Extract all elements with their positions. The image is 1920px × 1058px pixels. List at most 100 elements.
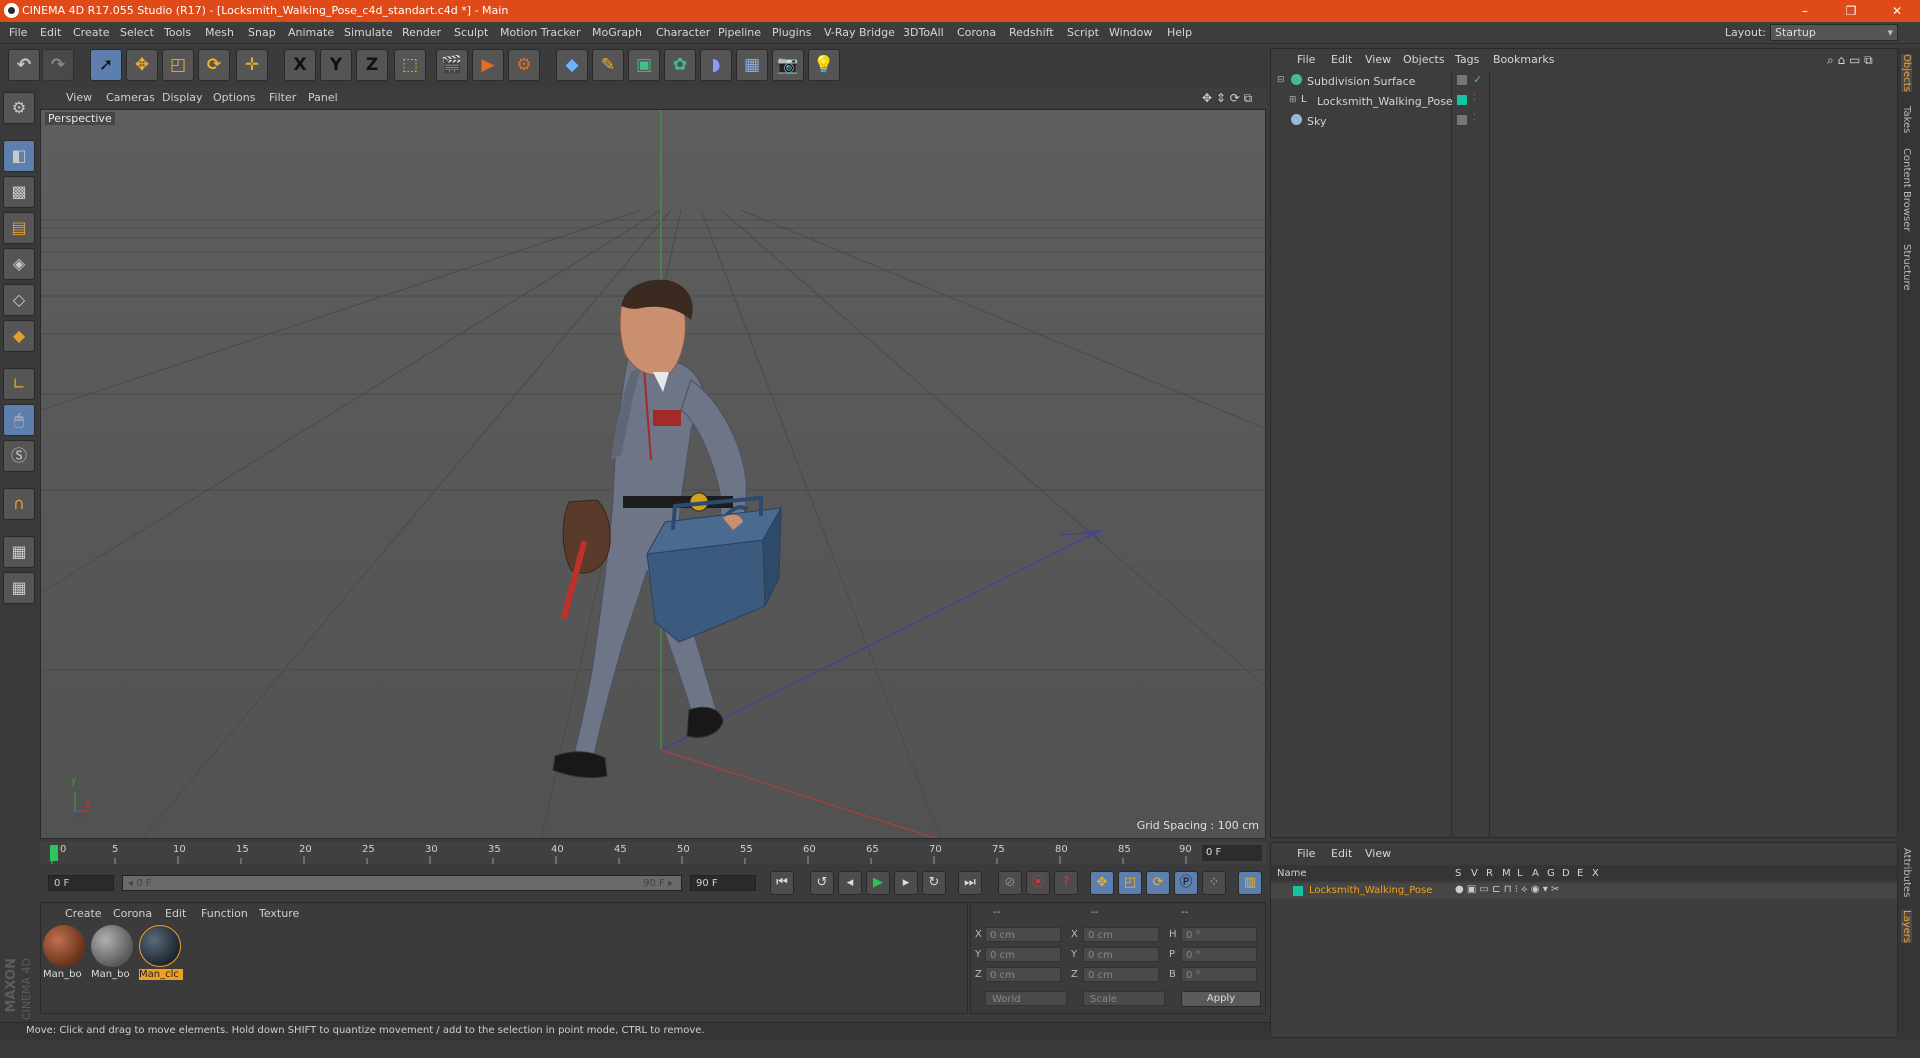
key-position-icon[interactable]: ✥ bbox=[1090, 871, 1114, 895]
menu-character[interactable]: Character bbox=[656, 26, 710, 39]
menu-file[interactable]: File bbox=[9, 26, 27, 39]
coordinate-system-icon[interactable]: ⬚ bbox=[394, 49, 426, 81]
enabled-check-icon[interactable]: ✓ bbox=[1473, 73, 1482, 86]
layer-row[interactable]: Locksmith_Walking_Pose ● ▣ ▭ ⊏ ⊓ ⁝ ⟡ ◉ ▾… bbox=[1271, 883, 1897, 899]
edit-render-settings-icon[interactable]: ⚙ bbox=[508, 49, 540, 81]
rotation-b-field[interactable]: 0 ° bbox=[1181, 967, 1257, 982]
object-row[interactable]: Sky ⁚ bbox=[1277, 113, 1877, 131]
menu-mograph[interactable]: MoGraph bbox=[592, 26, 642, 39]
camera-icon[interactable]: 📷 bbox=[772, 49, 804, 81]
menu-tools[interactable]: Tools bbox=[164, 26, 191, 39]
layer-color-tag[interactable] bbox=[1457, 95, 1467, 105]
viewport-menu-panel[interactable]: Panel bbox=[308, 91, 338, 104]
viewport-menu-display[interactable]: Display bbox=[162, 91, 203, 104]
visibility-dots-icon[interactable]: ⁚ bbox=[1473, 113, 1476, 123]
solo-mode-icon[interactable]: Ⓢ bbox=[3, 440, 35, 472]
previous-frame-icon[interactable]: ◂ bbox=[838, 871, 862, 895]
deformer-icon[interactable]: ◗ bbox=[700, 49, 732, 81]
points-mode-icon[interactable]: ◈ bbox=[3, 248, 35, 280]
visibility-dots-icon[interactable]: ⁚ bbox=[1473, 93, 1476, 103]
menu-plugins[interactable]: Plugins bbox=[772, 26, 811, 39]
end-frame-field[interactable]: 90 F bbox=[690, 875, 756, 891]
key-pla-icon[interactable]: ⁘ bbox=[1202, 871, 1226, 895]
render-to-picture-viewer-icon[interactable]: ▶ bbox=[472, 49, 504, 81]
tab-content-browser[interactable]: Content Browser bbox=[1901, 148, 1912, 231]
subdivision-surface-icon[interactable]: ▣ bbox=[628, 49, 660, 81]
object-menu-bookmarks[interactable]: Bookmarks bbox=[1493, 53, 1554, 66]
position-y-field[interactable]: 0 cm bbox=[985, 947, 1061, 962]
next-key-icon[interactable]: ↻ bbox=[922, 871, 946, 895]
material-swatch[interactable]: Man_bo bbox=[91, 925, 135, 985]
object-menu-tags[interactable]: Tags bbox=[1455, 53, 1479, 66]
tab-layers[interactable]: Layers bbox=[1901, 910, 1912, 944]
layout-dropdown[interactable]: Startup bbox=[1770, 24, 1898, 41]
minimize-button[interactable]: – bbox=[1782, 0, 1828, 22]
timeline-window-icon[interactable]: ▥ bbox=[1238, 871, 1262, 895]
coordinate-type-dropdown[interactable]: Scale bbox=[1083, 991, 1165, 1006]
move-icon[interactable]: ✥ bbox=[126, 49, 158, 81]
viewport-menu-filter[interactable]: Filter bbox=[269, 91, 296, 104]
object-row[interactable]: ⊟ Subdivision Surface ✓ bbox=[1277, 73, 1877, 91]
make-editable-icon[interactable]: ⚙ bbox=[3, 92, 35, 124]
floor-icon[interactable]: ▦ bbox=[736, 49, 768, 81]
play-icon[interactable]: ▶ bbox=[866, 871, 890, 895]
y-axis-icon[interactable]: Y bbox=[320, 49, 352, 81]
rotate-icon[interactable]: ⟳ bbox=[198, 49, 230, 81]
live-selection-icon[interactable]: ➚ bbox=[90, 49, 122, 81]
object-menu-edit[interactable]: Edit bbox=[1331, 53, 1352, 66]
menu-pipeline[interactable]: Pipeline bbox=[718, 26, 761, 39]
menu-script[interactable]: Script bbox=[1067, 26, 1099, 39]
viewport-camera-label[interactable]: Perspective bbox=[45, 112, 115, 125]
texture-mode-icon[interactable]: ▩ bbox=[3, 176, 35, 208]
array-icon[interactable]: ✿ bbox=[664, 49, 696, 81]
recent-tool-icon[interactable]: ✛ bbox=[236, 49, 268, 81]
object-menu-objects[interactable]: Objects bbox=[1403, 53, 1445, 66]
polygons-mode-icon[interactable]: ◆ bbox=[3, 320, 35, 352]
workplane-icon[interactable]: ▤ bbox=[3, 212, 35, 244]
menu-edit[interactable]: Edit bbox=[40, 26, 61, 39]
viewport-menu-view[interactable]: View bbox=[66, 91, 92, 104]
go-to-start-icon[interactable]: ⏮ bbox=[770, 871, 794, 895]
viewport-navigation-icons[interactable]: ✥ ⇕ ⟳ ⧉ bbox=[1202, 91, 1252, 106]
tab-objects[interactable]: Objects bbox=[1901, 54, 1912, 92]
layer-menu-view[interactable]: View bbox=[1365, 847, 1391, 860]
pen-spline-icon[interactable]: ✎ bbox=[592, 49, 624, 81]
menu-render[interactable]: Render bbox=[402, 26, 441, 39]
close-button[interactable]: ✕ bbox=[1874, 0, 1920, 22]
position-x-field[interactable]: 0 cm bbox=[985, 927, 1061, 942]
menu-sculpt[interactable]: Sculpt bbox=[454, 26, 488, 39]
object-manager-search-icon[interactable]: ⌕ ⌂ ▭ ⧉ bbox=[1827, 53, 1873, 68]
menu-simulate[interactable]: Simulate bbox=[344, 26, 393, 39]
material-menu-edit[interactable]: Edit bbox=[165, 907, 186, 920]
viewport-menu-options[interactable]: Options bbox=[213, 91, 255, 104]
tab-attributes[interactable]: Attributes bbox=[1901, 848, 1912, 897]
x-axis-icon[interactable]: X bbox=[284, 49, 316, 81]
planar-workplane-icon[interactable]: ▦ bbox=[3, 572, 35, 604]
record-keys-icon[interactable]: ⊘ bbox=[998, 871, 1022, 895]
layer-menu-file[interactable]: File bbox=[1297, 847, 1315, 860]
tab-structure[interactable]: Structure bbox=[1901, 244, 1912, 291]
undo-icon[interactable]: ↶ bbox=[8, 49, 40, 81]
menu-motion-tracker[interactable]: Motion Tracker bbox=[500, 26, 580, 39]
object-menu-view[interactable]: View bbox=[1365, 53, 1391, 66]
timeline-ruler[interactable]: 0 5 10 15 20 25 30 35 40 45 50 55 60 65 … bbox=[40, 842, 1266, 864]
coordinate-mode-dropdown[interactable]: World bbox=[985, 991, 1067, 1006]
tweak-mode-icon[interactable]: 🖱 bbox=[3, 404, 35, 436]
playhead[interactable] bbox=[50, 845, 58, 861]
rotation-p-field[interactable]: 0 ° bbox=[1181, 947, 1257, 962]
key-rotation-icon[interactable]: ⟳ bbox=[1146, 871, 1170, 895]
menu-corona[interactable]: Corona bbox=[957, 26, 996, 39]
light-icon[interactable]: 💡 bbox=[808, 49, 840, 81]
layer-color-swatch[interactable] bbox=[1293, 886, 1303, 896]
autokey-icon[interactable]: ⦿ bbox=[1026, 871, 1050, 895]
key-parameter-icon[interactable]: Ⓟ bbox=[1174, 871, 1198, 895]
frame-range-slider[interactable]: ◂ 0 F 90 F ▸ bbox=[122, 875, 682, 891]
redo-icon[interactable]: ↷ bbox=[42, 49, 74, 81]
material-menu-texture[interactable]: Texture bbox=[259, 907, 299, 920]
lock-workplane-icon[interactable]: ▦ bbox=[3, 536, 35, 568]
cube-icon[interactable]: ◆ bbox=[556, 49, 588, 81]
keyframe-selection-icon[interactable]: ? bbox=[1054, 871, 1078, 895]
perspective-viewport[interactable]: y z Perspective Grid Spacing : 100 cm bbox=[40, 109, 1266, 839]
menu-snap[interactable]: Snap bbox=[248, 26, 276, 39]
size-z-field[interactable]: 0 cm bbox=[1083, 967, 1159, 982]
